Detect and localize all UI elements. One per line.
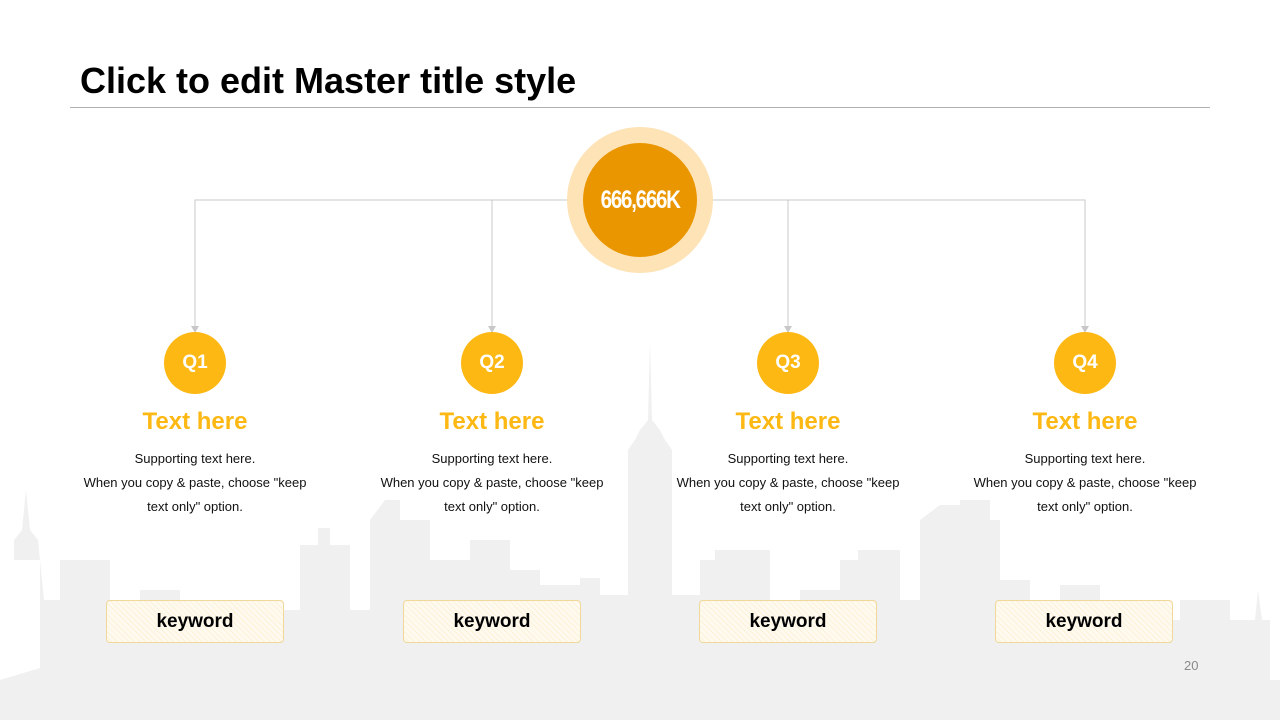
q3-heading[interactable]: Text here: [658, 407, 918, 437]
q2-badge: Q2: [461, 332, 523, 394]
q1-body[interactable]: Supporting text here. When you copy & pa…: [65, 447, 325, 519]
q3-body-line: text only" option.: [740, 499, 836, 514]
q3-badge: Q3: [757, 332, 819, 394]
hub-value: 666,666K: [600, 185, 680, 214]
q1-heading[interactable]: Text here: [65, 407, 325, 437]
q2-keyword-box[interactable]: keyword: [403, 600, 581, 643]
connector-q4: [697, 199, 1086, 326]
q4-body-line: Supporting text here.: [1024, 451, 1146, 466]
q1-keyword-box[interactable]: keyword: [106, 600, 284, 643]
quarter-column-q2: Q2 Text here Supporting text here. When …: [362, 332, 622, 519]
connector-q1: [194, 199, 583, 326]
q4-keyword-box[interactable]: keyword: [995, 600, 1173, 643]
q1-body-line: When you copy & paste, choose "keep: [83, 475, 307, 490]
q4-body-line: When you copy & paste, choose "keep: [973, 475, 1197, 490]
q2-body-line: text only" option.: [444, 499, 540, 514]
q2-body[interactable]: Supporting text here. When you copy & pa…: [362, 447, 622, 519]
quarter-column-q1: Q1 Text here Supporting text here. When …: [65, 332, 325, 519]
quarter-column-q3: Q3 Text here Supporting text here. When …: [658, 332, 918, 519]
q3-keyword-box[interactable]: keyword: [699, 600, 877, 643]
q3-body-line: Supporting text here.: [727, 451, 849, 466]
q2-heading[interactable]: Text here: [362, 407, 622, 437]
q4-heading[interactable]: Text here: [955, 407, 1215, 437]
q4-badge: Q4: [1054, 332, 1116, 394]
q1-body-line: Supporting text here.: [134, 451, 256, 466]
q1-body-line: text only" option.: [147, 499, 243, 514]
page-number: 20: [1184, 658, 1199, 673]
hub-circle: 666,666K: [583, 143, 697, 257]
q1-badge: Q1: [164, 332, 226, 394]
quarter-column-q4: Q4 Text here Supporting text here. When …: [955, 332, 1215, 519]
q3-body-line: When you copy & paste, choose "keep: [676, 475, 900, 490]
q2-body-line: When you copy & paste, choose "keep: [380, 475, 604, 490]
q3-body[interactable]: Supporting text here. When you copy & pa…: [658, 447, 918, 519]
q4-body-line: text only" option.: [1037, 499, 1133, 514]
q4-body[interactable]: Supporting text here. When you copy & pa…: [955, 447, 1215, 519]
q2-body-line: Supporting text here.: [431, 451, 553, 466]
